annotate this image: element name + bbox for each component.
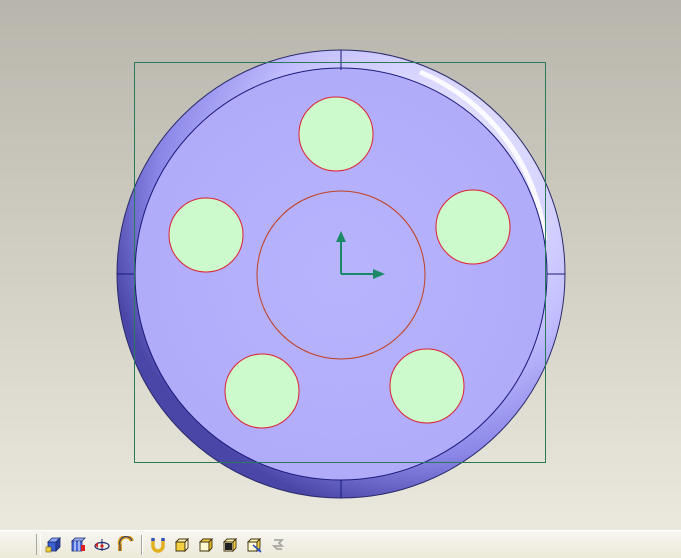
hidden-lines-icon (70, 537, 86, 551)
hole-bottom-left[interactable] (224, 353, 300, 429)
disabled-view-button[interactable] (266, 533, 289, 556)
graphics-viewport[interactable] (0, 0, 681, 530)
hidden-lines-button[interactable] (66, 533, 89, 556)
side-view-button[interactable] (242, 533, 265, 556)
view-iso-icon (198, 537, 213, 552)
shaded-box-icon (45, 536, 61, 552)
top-view-button[interactable] (218, 533, 241, 556)
toolbar-separator (141, 535, 143, 555)
curve-icon (117, 535, 134, 551)
hole-left[interactable] (168, 197, 244, 273)
toolbar-grip[interactable] (36, 534, 41, 555)
sketch-curve-button[interactable] (114, 533, 137, 556)
refresh-disabled-icon (271, 538, 284, 550)
hole-top[interactable] (298, 96, 374, 172)
rotate-icon (93, 538, 110, 551)
magnet-snap-button[interactable] (146, 533, 169, 556)
magnet-icon (150, 537, 165, 553)
view-toolbar (0, 530, 681, 558)
front-view-button[interactable] (170, 533, 193, 556)
iso-view-button[interactable] (194, 533, 217, 556)
shaded-view-button[interactable] (42, 533, 65, 556)
hole-bottom-right[interactable] (389, 348, 465, 424)
rotate-view-button[interactable] (90, 533, 113, 556)
view-side-icon (246, 537, 262, 553)
view-top-icon (222, 537, 237, 552)
view-front-icon (174, 537, 189, 552)
hole-right[interactable] (435, 189, 511, 265)
model-canvas[interactable] (0, 0, 681, 530)
